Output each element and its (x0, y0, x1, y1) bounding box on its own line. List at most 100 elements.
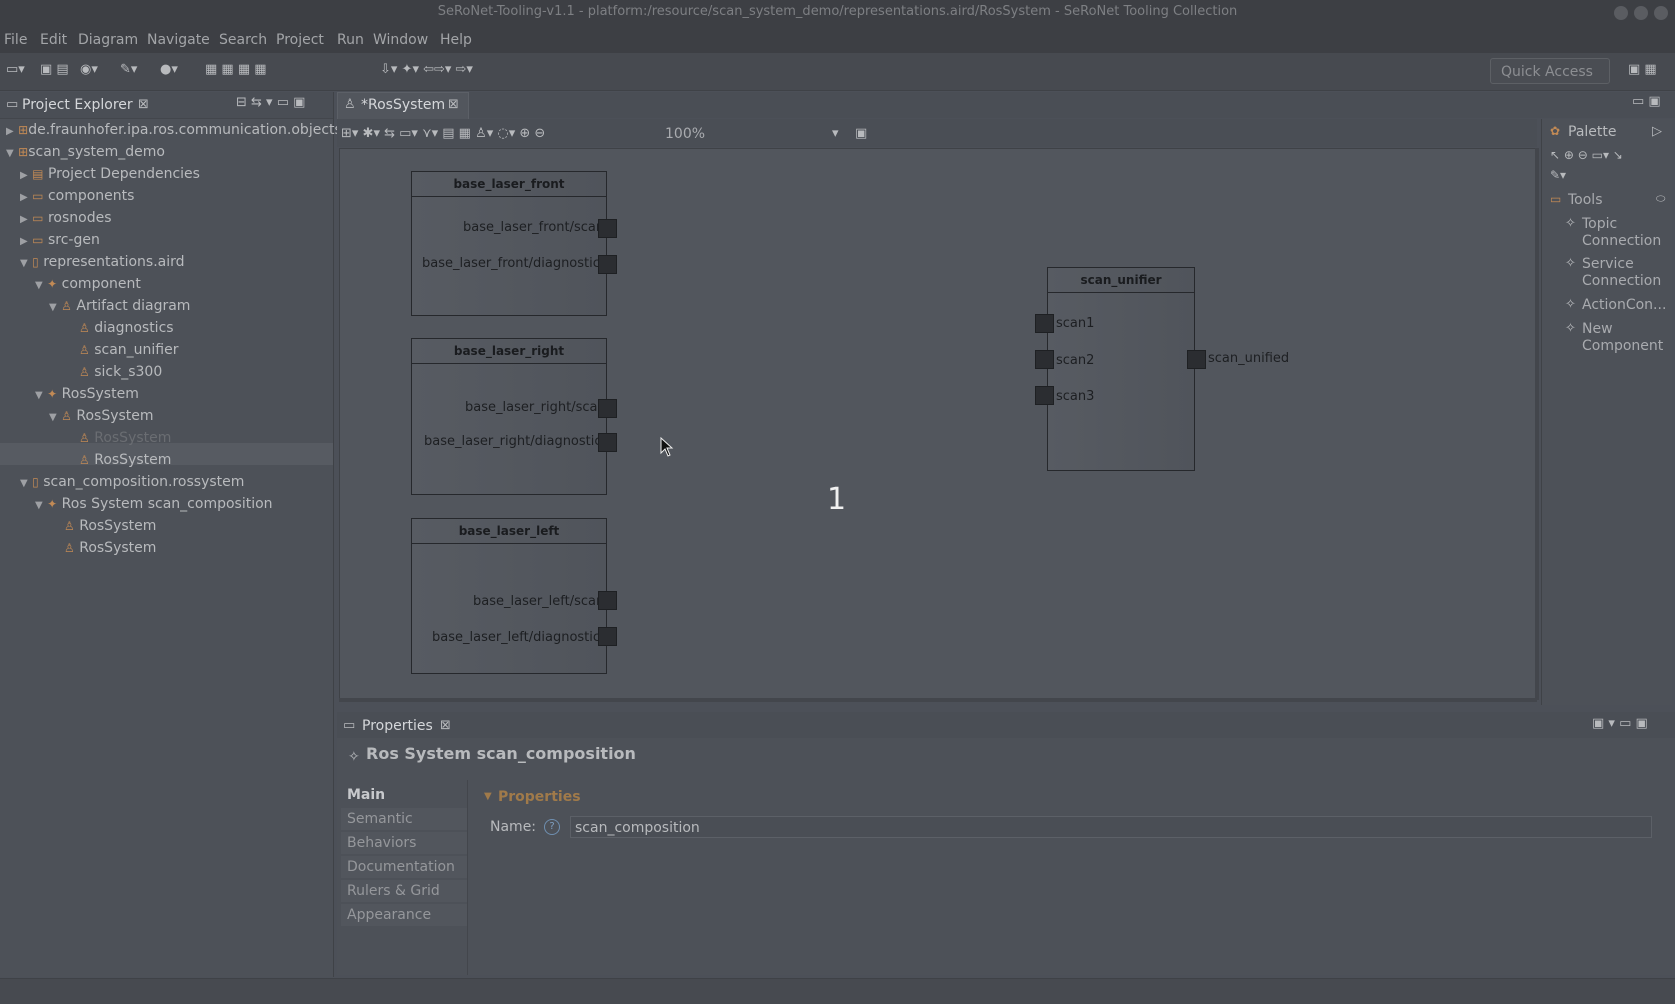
tree-item-selected[interactable]: ♙ RosSystem (79, 430, 171, 446)
tab-main[interactable]: Main (341, 784, 467, 806)
zoom-dropdown-icon[interactable]: ▾ (832, 126, 839, 141)
menu-run[interactable]: Run (337, 32, 364, 48)
output-port[interactable] (598, 591, 617, 610)
tree-item[interactable]: ▼ ♙ RosSystem (49, 408, 154, 424)
horizontal-scrollbar[interactable] (339, 698, 1537, 702)
tree-item[interactable]: ▶ ▭ src-gen (20, 232, 100, 248)
properties-icon: ▭ (343, 718, 356, 733)
zoom-select[interactable]: 100% (665, 126, 705, 142)
minimize-button[interactable] (1614, 6, 1628, 20)
palette-icon: ✿ (1550, 124, 1561, 138)
port-label: base_laser_front/diagnostics (422, 256, 607, 271)
palette-item-action-connection[interactable]: ActionCon... (1582, 297, 1672, 314)
perspective-icon[interactable]: ▣ ▦ (1628, 62, 1657, 80)
ros-system-icon: ✧ (348, 749, 360, 765)
output-port[interactable] (598, 433, 617, 452)
menu-project[interactable]: Project (276, 32, 324, 48)
tree-item[interactable]: ♙ RosSystem (79, 452, 171, 468)
menu-search[interactable]: Search (219, 32, 267, 48)
output-port[interactable] (598, 219, 617, 238)
view-menu-icons[interactable]: ⊟ ⇆ ▾ ▭ ▣ (236, 95, 305, 110)
menu-window[interactable]: Window (373, 32, 428, 48)
maximize-button[interactable] (1634, 6, 1648, 20)
menu-file[interactable]: File (4, 32, 27, 48)
new-icon[interactable]: ▭▾ (6, 62, 25, 80)
tree-item[interactable]: ♙ sick_s300 (79, 364, 162, 380)
close-icon[interactable]: ⊠ (138, 97, 149, 112)
tree-item[interactable]: ♙ diagnostics (79, 320, 174, 336)
port-label: base_laser_left/scan (473, 594, 605, 609)
quick-access-input[interactable]: Quick Access (1490, 58, 1610, 84)
input-port[interactable] (1035, 386, 1054, 405)
view-menu-icons[interactable]: ▣ ▾ ▭ ▣ (1592, 716, 1648, 731)
menu-navigate[interactable]: Navigate (147, 32, 210, 48)
node-base-laser-front[interactable]: base_laser_front (411, 171, 607, 316)
properties-tab-label[interactable]: Properties (362, 718, 433, 734)
tree-item[interactable]: ▼ ✦ component (35, 276, 141, 292)
editor-tab-bar (337, 92, 1675, 118)
diagram-tools-icons[interactable]: ⊞▾ ✱▾ ⇆ ▭▾ ⋎▾ ▤ ▦ ♙▾ ◌▾ ⊕ ⊖ (341, 126, 545, 141)
section-toggle-icon[interactable]: ▼ (484, 791, 492, 802)
tree-item[interactable]: ▼ ▯ representations.aird (20, 254, 185, 270)
port-label: base_laser_right/scan (465, 400, 606, 415)
palette-group-tools[interactable]: Tools (1568, 192, 1603, 209)
tab-semantic[interactable]: Semantic (341, 808, 467, 830)
tab-behaviors[interactable]: Behaviors (341, 832, 467, 854)
node-title: base_laser_front (412, 172, 606, 197)
tree-item[interactable]: ▼ ▯ scan_composition.rossystem (20, 474, 244, 490)
node-title: base_laser_left (412, 519, 606, 544)
output-port[interactable] (598, 399, 617, 418)
close-button[interactable] (1654, 6, 1668, 20)
palette-tools-icons[interactable]: ↖ ⊕ ⊖ ▭▾ ↘ (1550, 148, 1623, 162)
tree-item[interactable]: ▶ ▤ Project Dependencies (20, 166, 200, 182)
tree-item[interactable]: ▼ ⊞scan_system_demo (6, 144, 165, 160)
nav-icons[interactable]: ⇩▾ ✦▾ ⇦⇨▾ ⇨▾ (380, 62, 473, 80)
minimize-icon[interactable]: ▭ ▣ (1632, 94, 1661, 109)
user-icon[interactable]: ●▾ (160, 62, 178, 80)
palette (1541, 119, 1672, 705)
vertical-scrollbar[interactable] (1535, 148, 1539, 700)
palette-item-topic-connection[interactable]: Topic Connection (1582, 216, 1668, 250)
output-port[interactable] (598, 627, 617, 646)
input-port[interactable] (1035, 314, 1054, 333)
port-label: scan_unified (1208, 351, 1290, 366)
tree-item[interactable]: ▶ ⊞de.fraunhofer.ipa.ros.communication.o… (6, 122, 342, 138)
tree-item[interactable]: ▶ ▭ components (20, 188, 134, 204)
help-icon[interactable]: ? (544, 819, 560, 835)
input-port[interactable] (1035, 350, 1054, 369)
port-label: scan3 (1056, 389, 1095, 404)
tree-item[interactable]: ▶ ▭ rosnodes (20, 210, 112, 226)
output-port[interactable] (598, 255, 617, 274)
menu-help[interactable]: Help (440, 32, 472, 48)
tab-documentation[interactable]: Documentation (341, 856, 467, 878)
tab-appearance[interactable]: Appearance (341, 904, 467, 926)
menu-diagram[interactable]: Diagram (78, 32, 138, 48)
tab-rulers-grid[interactable]: Rulers & Grid (341, 880, 467, 902)
ros-tools-icon[interactable]: ▦ ▦ ▦ ▦ (205, 62, 267, 80)
tree-item[interactable]: ▼ ✦ Ros System scan_composition (35, 496, 273, 512)
node-base-laser-right[interactable]: base_laser_right (411, 338, 607, 495)
menu-edit[interactable]: Edit (40, 32, 67, 48)
tree-item[interactable]: ♙ RosSystem (64, 540, 156, 556)
editor-tab-label: *RosSystem (361, 97, 446, 113)
palette-item-service-connection[interactable]: Service Connection (1582, 256, 1668, 290)
name-field[interactable]: scan_composition (570, 816, 1652, 838)
collapse-palette-icon[interactable]: ▷ (1652, 124, 1662, 139)
close-icon[interactable]: ⊠ (440, 718, 451, 733)
expand-group-icon[interactable]: ⬭ (1656, 192, 1665, 206)
output-port[interactable] (1187, 350, 1206, 369)
export-image-icon[interactable]: ▣ (855, 126, 867, 141)
tree-item[interactable]: ♙ scan_unifier (79, 342, 179, 358)
close-icon[interactable]: ⊠ (448, 97, 459, 112)
tree-item[interactable]: ▼ ✦ RosSystem (35, 386, 139, 402)
node-scan-unifier[interactable]: scan_unifier (1047, 267, 1195, 471)
connection-tool-icon: ✧ (1565, 297, 1576, 312)
run-icon[interactable]: ◉▾ (80, 62, 98, 80)
tree-item[interactable]: ♙ RosSystem (64, 518, 156, 534)
tree-item[interactable]: ▼ ♙ Artifact diagram (49, 298, 190, 314)
properties-section-header[interactable]: Properties (498, 789, 581, 805)
tool-icon[interactable]: ✎▾ (120, 62, 137, 80)
palette-note-icon[interactable]: ✎▾ (1550, 168, 1566, 182)
palette-item-new-component[interactable]: New Component (1582, 321, 1668, 355)
save-icon[interactable]: ▣ ▤ (40, 62, 69, 80)
